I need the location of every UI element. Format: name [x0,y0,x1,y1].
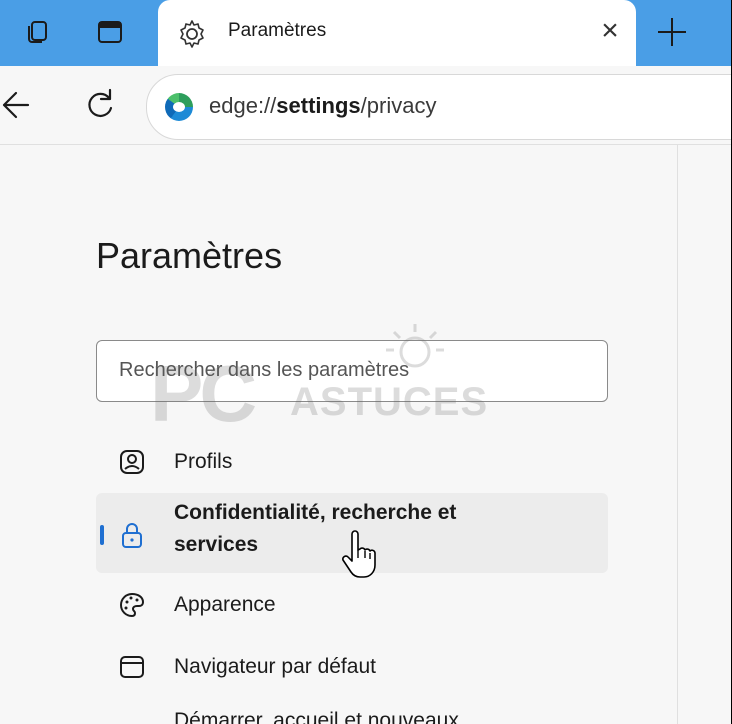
sidebar-item-profils[interactable]: Profils [96,440,608,484]
address-toolbar: edge://settings/privacy [0,66,732,145]
hand-cursor-icon [342,530,376,578]
close-tab-button[interactable]: × [594,14,626,50]
sidebar-item-label: Navigateur par défaut [174,655,376,678]
workspaces-icon [28,21,47,43]
sidebar-item-apparence[interactable]: Apparence [96,583,608,627]
address-bar[interactable]: edge://settings/privacy [146,74,732,140]
back-button[interactable] [0,76,48,134]
sidebar-item-label: Apparence [174,593,276,616]
sidebar-item-label-line1: Confidentialité, recherche et [174,501,457,524]
refresh-icon [88,88,113,117]
gear-icon [180,20,204,48]
search-input[interactable]: Rechercher dans les paramètres [96,340,608,402]
workspaces-button[interactable] [8,2,68,62]
active-indicator [100,525,104,545]
profile-icon [120,450,144,474]
edge-logo-icon [165,93,193,121]
plus-icon [658,18,686,46]
search-placeholder: Rechercher dans les paramètres [119,359,410,381]
new-tab-button[interactable] [650,10,694,54]
settings-sidebar: Paramètres Rechercher dans les paramètre… [0,145,732,724]
page-title: Paramètres [96,235,283,276]
tab-strip: Paramètres × [0,0,732,66]
url-text[interactable]: edge://settings/privacy [209,93,436,119]
sidebar-item-start-home[interactable]: Démarrer, accueil et nouveaux [96,703,608,724]
sidebar-item-label: Démarrer, accueil et nouveaux [174,709,459,724]
browser-window-icon [120,656,144,678]
sidebar-item-label-line2: services [174,533,259,556]
tab-settings[interactable]: Paramètres × [158,0,636,66]
refresh-button[interactable] [76,80,126,130]
sidebar-divider [677,145,678,724]
vertical-tabs-button[interactable] [80,2,140,62]
lock-icon [122,523,142,548]
sidebar-item-label: Profils [174,450,233,473]
tab-title: Paramètres [228,20,327,41]
palette-icon [120,592,145,618]
tab-actions-icon [98,21,122,43]
back-arrow-icon [2,91,30,119]
sidebar-item-default-browser[interactable]: Navigateur par défaut [96,645,608,689]
